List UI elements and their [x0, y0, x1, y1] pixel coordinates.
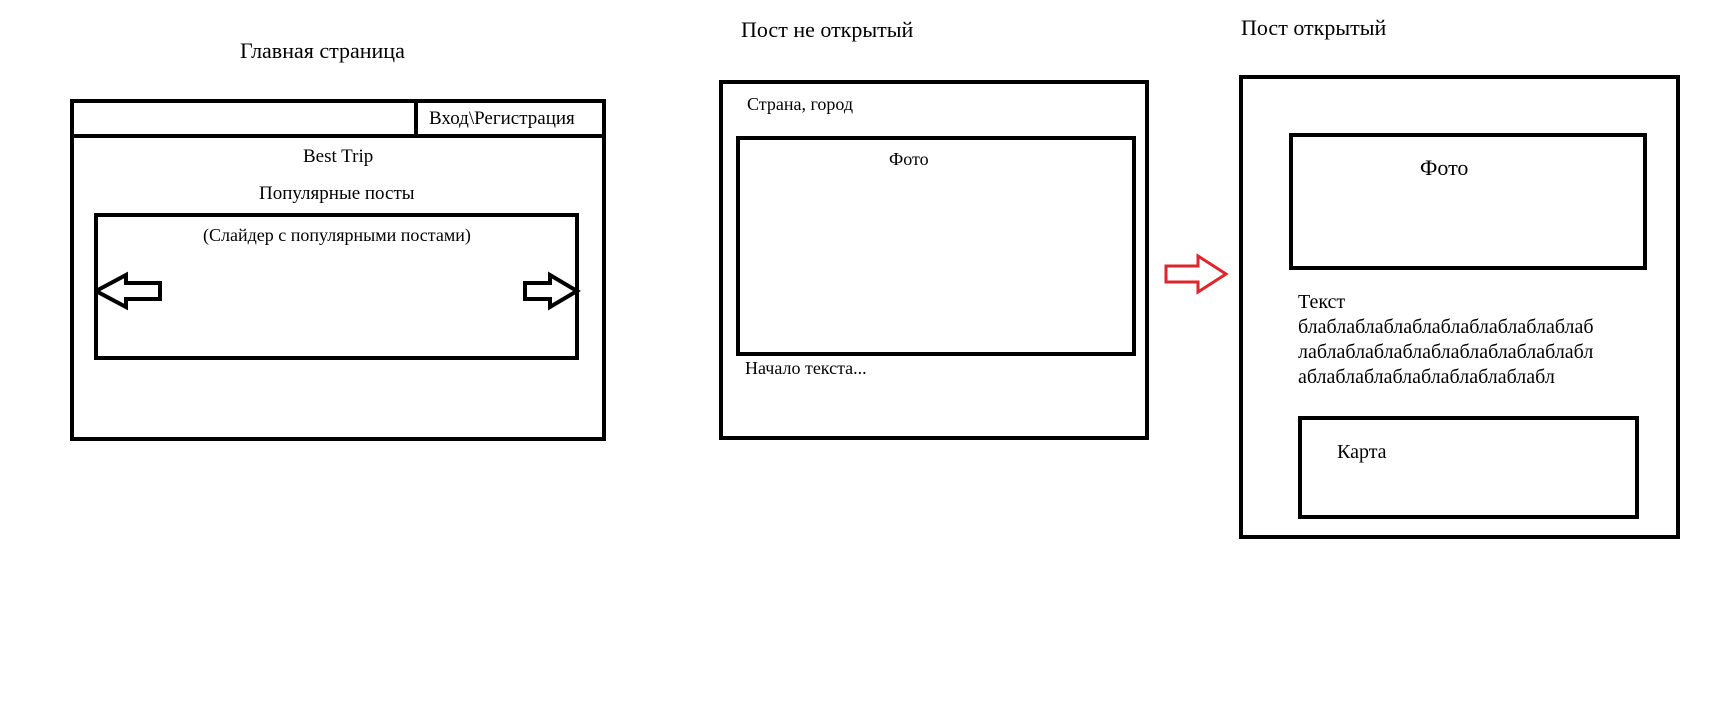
post-open-text: Текст блаблаблаблаблаблаблаблаблаблаб ла… — [1298, 290, 1594, 390]
post-open-map-label: Карта — [1337, 441, 1387, 463]
heading-main-page: Главная страница — [240, 38, 405, 63]
post-open-text-line: лаблаблаблаблаблаблаблаблаблабл — [1298, 341, 1594, 363]
post-open-text-line: блаблаблаблаблаблаблаблаблаблаб — [1298, 316, 1594, 338]
slider-label: (Слайдер с популярными постами) — [203, 225, 471, 245]
post-closed-location: Страна, город — [747, 94, 854, 114]
post-closed-photo-label: Фото — [889, 149, 929, 169]
post-open-photo-box — [1289, 133, 1647, 270]
post-open-text-line: Текст — [1298, 291, 1346, 313]
site-title: Best Trip — [303, 146, 374, 167]
post-closed-excerpt: Начало текста... — [745, 358, 867, 378]
post-open-map-box — [1298, 416, 1639, 519]
post-closed-photo-box — [736, 136, 1136, 356]
arrow-right-outline-icon — [1164, 253, 1229, 295]
login-register-label: Вход\Регистрация — [429, 108, 575, 129]
post-open-text-line: аблаблаблаблаблаблаблаблабл — [1298, 366, 1555, 388]
arrow-right-icon — [523, 271, 581, 311]
heading-post-open: Пост открытый — [1241, 15, 1387, 40]
post-open-photo-label: Фото — [1420, 155, 1469, 180]
popular-posts-title: Популярные посты — [259, 183, 415, 204]
arrow-left-icon — [94, 271, 162, 311]
heading-post-closed: Пост не открытый — [741, 17, 914, 42]
